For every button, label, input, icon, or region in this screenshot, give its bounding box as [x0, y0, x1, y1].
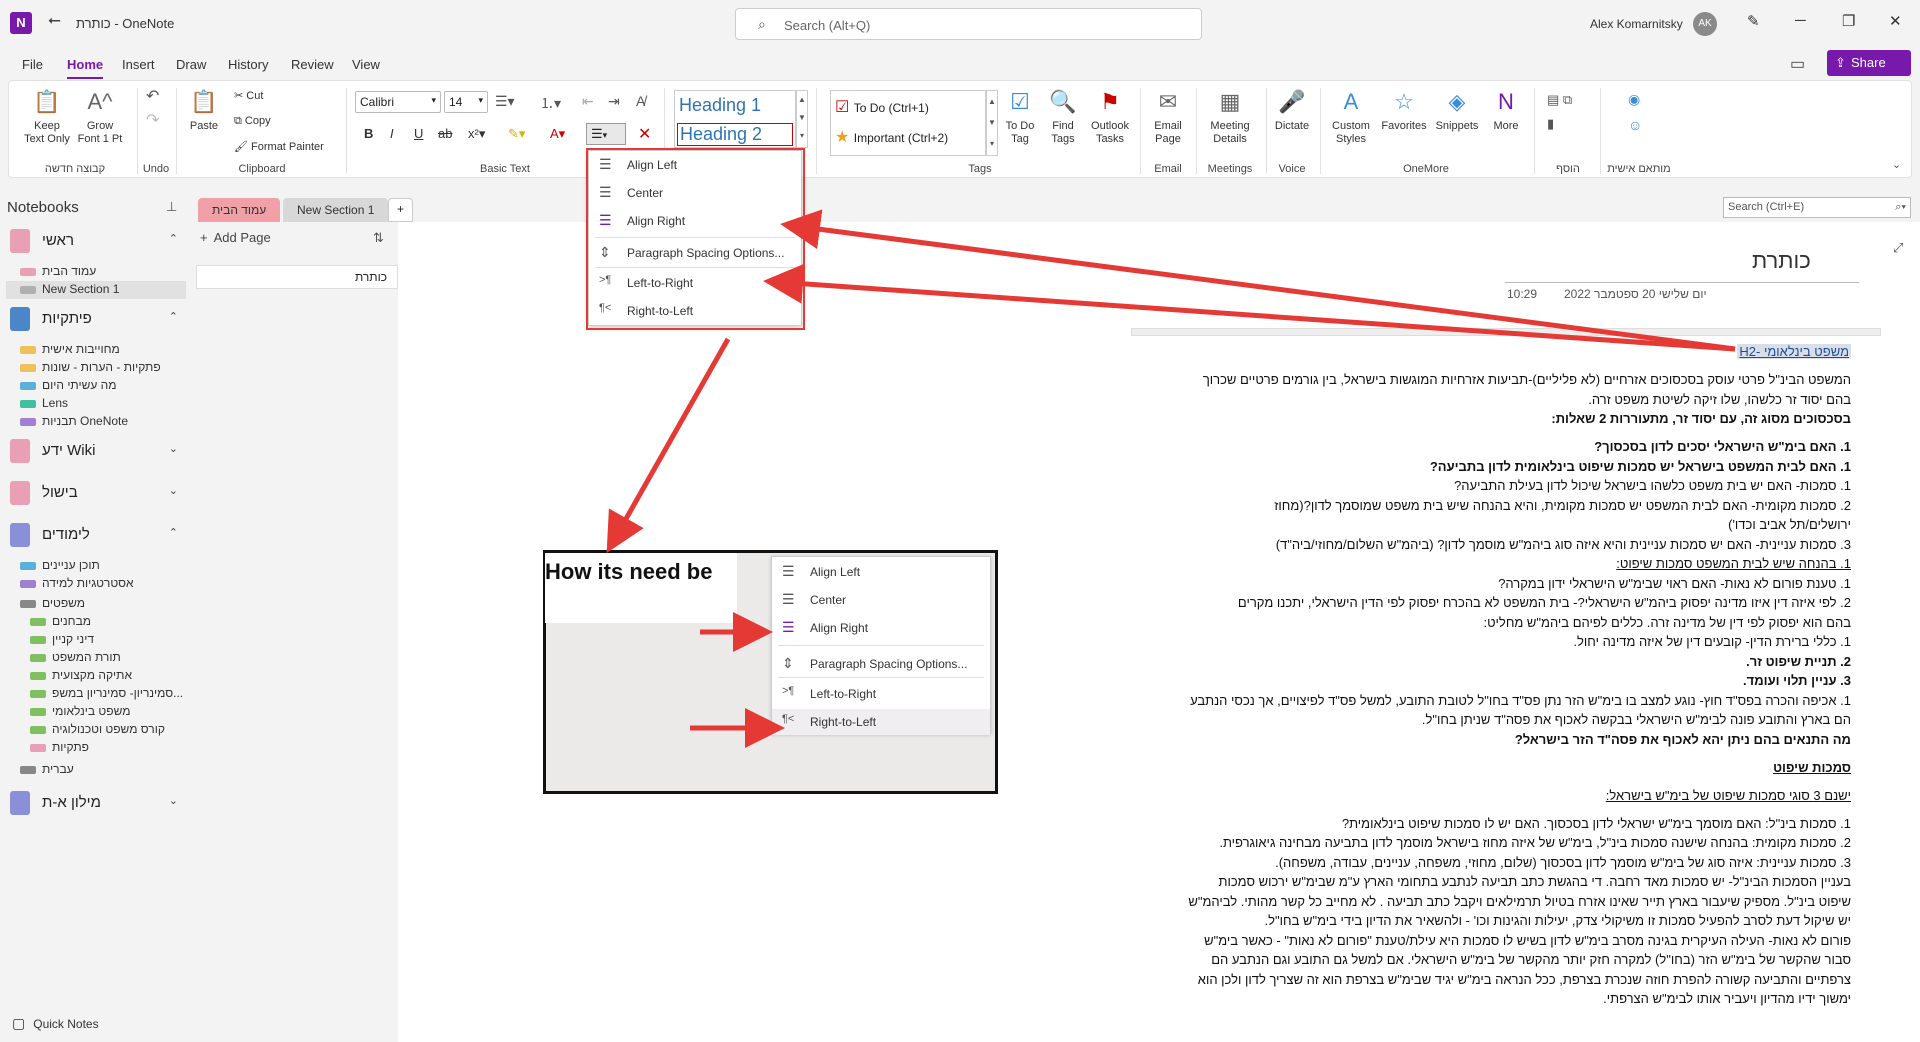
arrow-to-align-right — [780, 209, 1736, 352]
arrow-to-left-to-right — [763, 263, 1736, 352]
arrow-down-to-example — [606, 337, 731, 554]
annotation-arrows — [606, 209, 1736, 748]
